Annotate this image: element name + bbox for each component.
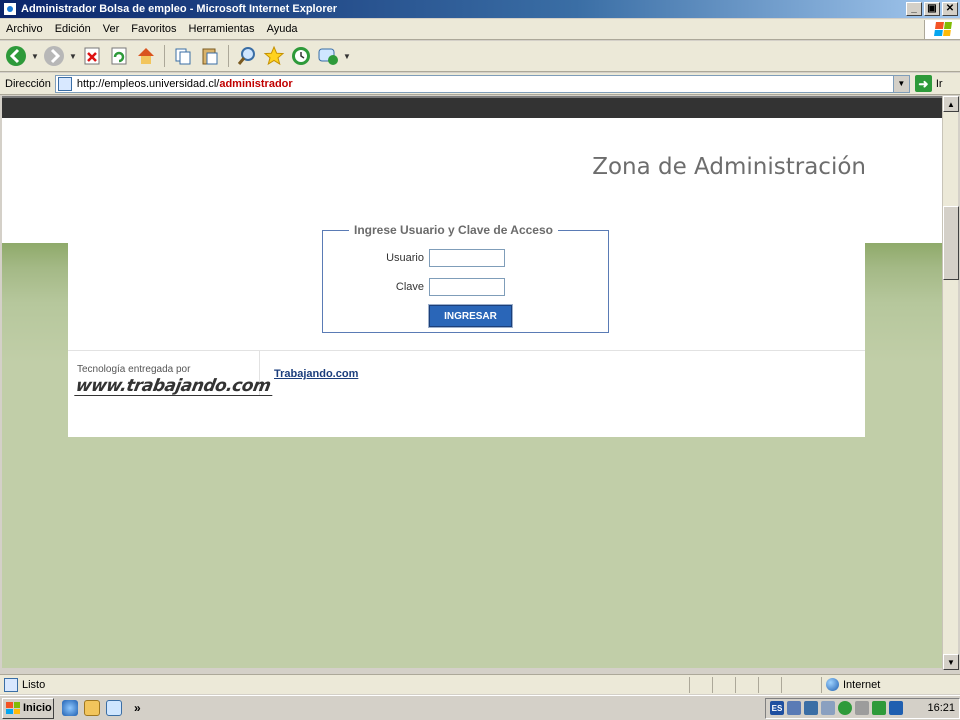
- quick-launch: »: [62, 700, 141, 716]
- taskbar: Inicio » ES 16:21: [0, 695, 960, 720]
- language-icon[interactable]: ES: [770, 701, 784, 715]
- user-row: Usuario: [364, 249, 505, 267]
- menu-herramientas[interactable]: Herramientas: [183, 23, 261, 35]
- minimize-button[interactable]: _: [906, 2, 922, 16]
- page-title: Zona de Administración: [592, 154, 866, 180]
- vertical-scrollbar[interactable]: ▲ ▼: [942, 96, 959, 670]
- scroll-thumb[interactable]: [943, 206, 959, 280]
- address-bar: Dirección http://empleos.universidad.cl/…: [0, 73, 960, 95]
- start-button[interactable]: Inicio: [2, 697, 54, 719]
- network-icon[interactable]: [787, 701, 801, 715]
- go-label: Ir: [935, 77, 943, 90]
- status-left: Listo: [0, 676, 690, 693]
- password-input[interactable]: [429, 278, 505, 296]
- toolbar: ▼ ▼ ▼: [0, 41, 960, 72]
- copy-icon[interactable]: [171, 44, 195, 68]
- password-row: Clave: [364, 278, 505, 296]
- messenger-dropdown-icon[interactable]: ▼: [343, 52, 351, 61]
- messenger-icon[interactable]: [316, 44, 340, 68]
- address-url: http://empleos.universidad.cl/administra…: [76, 77, 293, 90]
- app-tray-icon[interactable]: [889, 701, 903, 715]
- ie-app-icon: [3, 2, 17, 16]
- messenger-tray-icon[interactable]: [821, 701, 835, 715]
- maximize-button[interactable]: ▣: [924, 2, 940, 16]
- forward-dropdown-icon[interactable]: ▼: [69, 52, 77, 61]
- window-title: Administrador Bolsa de empleo - Microsof…: [21, 3, 337, 15]
- status-bar: Listo Internet: [0, 674, 960, 694]
- windows-logo-icon: [6, 702, 20, 714]
- globe-icon: [826, 678, 839, 691]
- scroll-up-icon[interactable]: ▲: [943, 96, 959, 112]
- clock: 16:21: [927, 702, 955, 714]
- login-legend: Ingrese Usuario y Clave de Acceso: [354, 223, 553, 237]
- system-tray: ES 16:21: [765, 697, 960, 719]
- trabajando-logo: www.trabajando.com: [74, 376, 273, 396]
- address-dropdown-icon[interactable]: ▼: [892, 75, 909, 92]
- page-icon: [57, 76, 72, 91]
- address-input[interactable]: http://empleos.universidad.cl/administra…: [54, 74, 910, 93]
- page-viewport: Zona de Administración Tecnología entreg…: [2, 96, 942, 668]
- display-icon[interactable]: [804, 701, 818, 715]
- volume-icon[interactable]: [855, 701, 869, 715]
- password-label: Clave: [395, 281, 424, 293]
- security-icon[interactable]: [838, 701, 852, 715]
- refresh-icon[interactable]: [107, 44, 131, 68]
- menu-ayuda[interactable]: Ayuda: [261, 23, 304, 35]
- scroll-down-icon[interactable]: ▼: [943, 654, 959, 670]
- stop-icon[interactable]: [80, 44, 104, 68]
- forward-icon[interactable]: [42, 44, 66, 68]
- close-button[interactable]: ✕: [942, 2, 958, 16]
- home-icon[interactable]: [134, 44, 158, 68]
- back-icon[interactable]: [4, 44, 28, 68]
- menu-favoritos[interactable]: Favoritos: [125, 23, 182, 35]
- user-input[interactable]: [429, 249, 505, 267]
- security-zone: Internet: [822, 677, 880, 693]
- go-button[interactable]: ➜ Ir: [914, 75, 943, 92]
- user-label: Usuario: [386, 252, 424, 264]
- search-icon[interactable]: [235, 44, 259, 68]
- updates-icon[interactable]: [872, 701, 886, 715]
- history-icon[interactable]: [289, 44, 313, 68]
- windows-flag-icon: [924, 19, 960, 39]
- status-text: Listo: [22, 678, 46, 691]
- ie-icon[interactable]: [62, 700, 78, 716]
- trabajando-link[interactable]: Trabajando.com: [274, 368, 358, 380]
- zone-text: Internet: [843, 678, 881, 691]
- login-fieldset: Ingrese Usuario y Clave de Acceso Usuari…: [322, 223, 609, 333]
- menu-archivo[interactable]: Archivo: [0, 23, 49, 35]
- tech-credit-text: Tecnología entregada por: [77, 364, 191, 375]
- chevron-icon[interactable]: »: [134, 701, 141, 715]
- status-page-icon: [4, 677, 18, 692]
- window-titlebar: Administrador Bolsa de empleo - Microsof…: [0, 0, 960, 18]
- ingresar-button[interactable]: INGRESAR: [428, 304, 513, 328]
- menu-edicion[interactable]: Edición: [49, 23, 97, 35]
- outlook-icon[interactable]: [84, 700, 100, 716]
- page-top-bar: [2, 98, 942, 118]
- address-label: Dirección: [5, 77, 51, 90]
- back-dropdown-icon[interactable]: ▼: [31, 52, 39, 61]
- desktop-icon[interactable]: [106, 700, 122, 716]
- go-arrow-icon: ➜: [914, 75, 932, 92]
- start-label: Inicio: [23, 702, 52, 714]
- favorites-icon[interactable]: [262, 44, 286, 68]
- menu-bar: Archivo Edición Ver Favoritos Herramient…: [0, 19, 960, 40]
- paste-icon[interactable]: [198, 44, 222, 68]
- panel-divider: [68, 350, 865, 351]
- menu-ver[interactable]: Ver: [97, 23, 126, 35]
